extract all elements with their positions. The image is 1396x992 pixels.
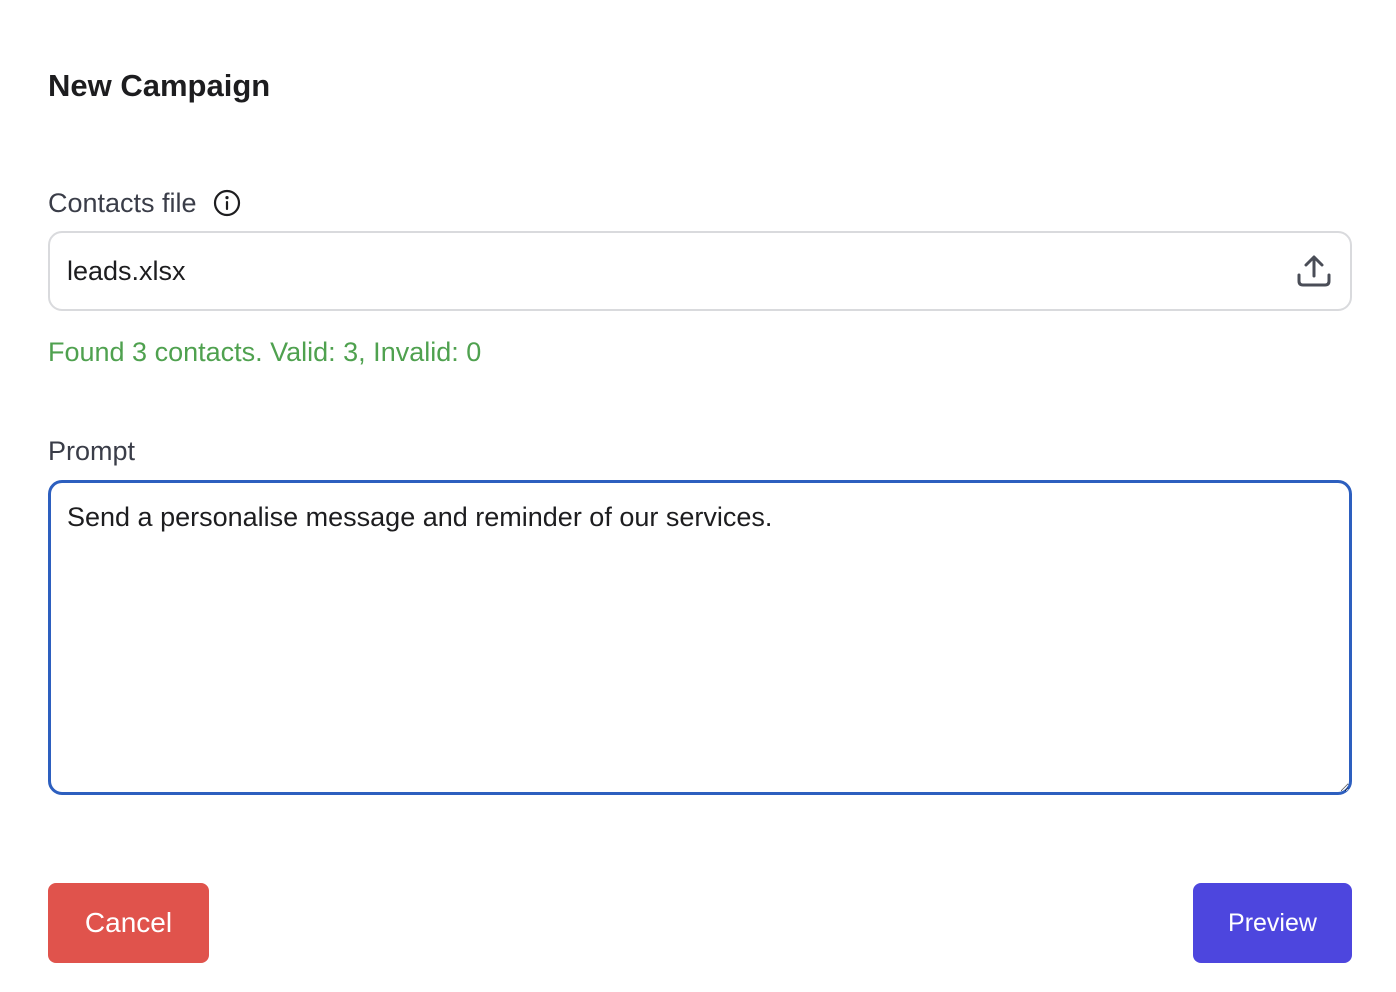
file-name: leads.xlsx	[67, 255, 186, 286]
info-circle-icon[interactable]	[213, 189, 241, 217]
upload-icon[interactable]	[1294, 251, 1334, 291]
contacts-file-label-row: Contacts file	[48, 185, 241, 221]
contacts-file-label: Contacts file	[48, 188, 197, 218]
cancel-button[interactable]: Cancel	[48, 883, 209, 963]
contacts-file-input[interactable]: leads.xlsx	[48, 231, 1352, 311]
preview-button[interactable]: Preview	[1193, 883, 1352, 963]
dialog-title: New Campaign	[48, 68, 271, 103]
prompt-label: Prompt	[48, 436, 136, 466]
prompt-textarea[interactable]: Send a personalise message and reminder …	[48, 480, 1352, 795]
new-campaign-dialog: New Campaign Contacts file leads.xlsx Fo…	[0, 0, 1396, 992]
contacts-validation-status: Found 3 contacts. Valid: 3, Invalid: 0	[48, 337, 482, 367]
